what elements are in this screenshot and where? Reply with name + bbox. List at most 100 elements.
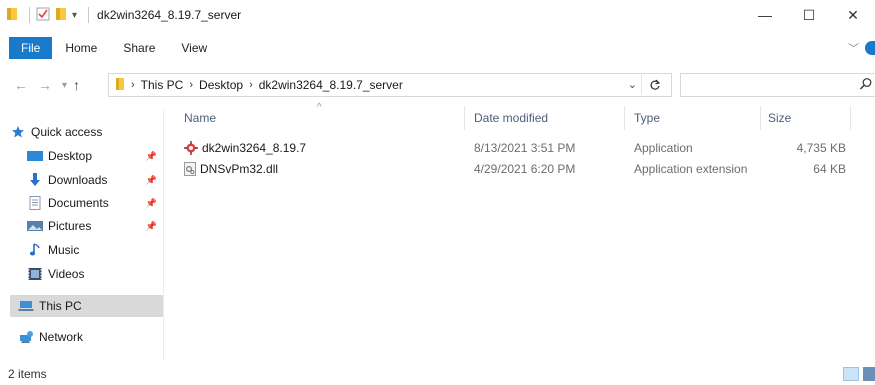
file-name: dk2win3264_8.19.7: [202, 141, 307, 155]
column-header-name[interactable]: Name: [184, 104, 454, 132]
up-button[interactable]: ↑: [73, 77, 80, 93]
ribbon-tabs: File Home Share View ﹀: [0, 37, 875, 59]
file-list: ^ Name Date modified Type Size dk2win326…: [164, 102, 875, 360]
column-header-type[interactable]: Type: [634, 104, 754, 132]
file-type: Application extension: [634, 162, 748, 176]
address-dropdown-chevron-icon[interactable]: ⌄: [628, 78, 637, 91]
file-type: Application: [634, 141, 693, 155]
minimize-button[interactable]: —: [743, 0, 787, 30]
details-view-icon[interactable]: [843, 367, 859, 381]
file-name-cell: DNSvPm32.dll: [184, 159, 464, 179]
search-icon[interactable]: [859, 77, 873, 94]
application-icon: [184, 141, 198, 155]
star-icon: [10, 124, 26, 140]
pin-icon[interactable]: 📌: [146, 198, 157, 209]
breadcrumb-separator[interactable]: ›: [249, 79, 253, 91]
nav-item-this-pc[interactable]: This PC: [10, 295, 163, 317]
file-date: 4/29/2021 6:20 PM: [474, 162, 576, 176]
nav-item-label: Quick access: [31, 125, 103, 139]
file-date: 8/13/2021 3:51 PM: [474, 141, 576, 155]
address-row: ← → ▾ ↑ › This PC › Desktop › dk2win3264…: [0, 68, 875, 102]
file-size: 4,735 KB: [796, 141, 846, 155]
column-header-size[interactable]: Size: [768, 104, 848, 132]
customize-toolbar-chevron-icon[interactable]: ▾: [72, 10, 77, 21]
pin-icon[interactable]: 📌: [146, 175, 157, 186]
search-input[interactable]: [681, 74, 851, 96]
quick-access-toolbar: ▾ dk2win3264_8.19.7_server: [0, 0, 241, 30]
breadcrumb-separator[interactable]: ›: [131, 79, 135, 91]
column-divider[interactable]: [850, 106, 851, 130]
nav-item-desktop[interactable]: Desktop 📌: [27, 145, 163, 167]
nav-item-label: Music: [48, 243, 80, 257]
close-button[interactable]: ✕: [831, 0, 875, 30]
breadcrumb-desktop[interactable]: Desktop: [199, 78, 243, 92]
table-row[interactable]: DNSvPm32.dll 4/29/2021 6:20 PM Applicati…: [164, 159, 875, 179]
help-icon[interactable]: [865, 41, 875, 55]
expand-ribbon-chevron-icon[interactable]: ﹀: [848, 40, 859, 56]
nav-item-label: Videos: [48, 267, 85, 281]
folder-icon: [115, 77, 125, 94]
computer-icon: [18, 298, 34, 314]
nav-item-label: Network: [39, 330, 84, 344]
column-header-date-modified[interactable]: Date modified: [474, 104, 624, 132]
nav-item-music[interactable]: Music: [27, 239, 163, 261]
breadcrumb-this-pc[interactable]: This PC: [141, 78, 184, 92]
tab-view[interactable]: View: [168, 41, 220, 55]
nav-item-label: Documents: [48, 196, 109, 210]
download-arrow-icon: [27, 172, 43, 188]
properties-icon[interactable]: [36, 7, 50, 24]
nav-item-downloads[interactable]: Downloads 📌: [27, 169, 163, 191]
tab-share[interactable]: Share: [110, 41, 168, 55]
file-name-cell: dk2win3264_8.19.7: [184, 138, 464, 158]
search-box[interactable]: [680, 73, 875, 97]
column-divider[interactable]: [760, 106, 761, 130]
dll-file-icon: [184, 162, 196, 176]
breadcrumb-current-folder[interactable]: dk2win3264_8.19.7_server: [259, 78, 403, 92]
pin-icon[interactable]: 📌: [146, 151, 157, 162]
window-controls: — ☐ ✕: [743, 0, 875, 30]
view-toggle: [839, 367, 875, 381]
video-icon: [27, 266, 43, 282]
forward-button[interactable]: →: [38, 77, 52, 93]
document-icon: [27, 195, 43, 211]
recent-locations-button[interactable]: ▾: [62, 80, 67, 91]
refresh-button[interactable]: [641, 75, 667, 95]
file-name: DNSvPm32.dll: [200, 162, 279, 176]
network-icon: [18, 329, 34, 345]
music-note-icon: [27, 242, 43, 258]
ribbon-right: ﹀: [848, 37, 875, 59]
back-button[interactable]: ←: [14, 77, 28, 93]
window-title: dk2win3264_8.19.7_server: [97, 8, 242, 22]
nav-item-videos[interactable]: Videos: [27, 263, 163, 285]
folder-icon[interactable]: [6, 7, 18, 24]
pin-icon[interactable]: 📌: [146, 221, 157, 232]
pictures-icon: [27, 218, 43, 234]
divider: [29, 7, 30, 23]
navigation-buttons: ← → ▾ ↑: [0, 77, 90, 93]
tab-file[interactable]: File: [9, 37, 53, 59]
large-icons-view-icon[interactable]: [863, 367, 875, 381]
nav-item-label: Desktop: [48, 149, 93, 163]
column-divider[interactable]: [464, 106, 465, 130]
column-divider[interactable]: [624, 106, 625, 130]
new-folder-icon[interactable]: [55, 7, 67, 24]
tab-home[interactable]: Home: [52, 41, 110, 55]
nav-item-label: Downloads: [48, 173, 108, 187]
nav-item-documents[interactable]: Documents 📌: [27, 192, 163, 214]
breadcrumb-separator[interactable]: ›: [189, 79, 193, 91]
title-bar: ▾ dk2win3264_8.19.7_server — ☐ ✕: [0, 0, 875, 30]
refresh-icon: [650, 79, 660, 90]
address-bar[interactable]: › This PC › Desktop › dk2win3264_8.19.7_…: [108, 73, 672, 97]
nav-item-network[interactable]: Network: [18, 326, 163, 348]
table-row[interactable]: dk2win3264_8.19.7 8/13/2021 3:51 PM Appl…: [164, 138, 875, 158]
nav-item-quick-access[interactable]: Quick access: [10, 121, 163, 143]
divider: [88, 7, 90, 23]
desktop-icon: [27, 148, 43, 164]
file-size: 64 KB: [813, 162, 846, 176]
maximize-button[interactable]: ☐: [787, 0, 831, 30]
navigation-pane: Quick access Desktop 📌 Downloads 📌 Docum…: [0, 110, 163, 360]
nav-item-pictures[interactable]: Pictures 📌: [27, 215, 163, 237]
nav-item-label: This PC: [39, 299, 82, 313]
item-count: 2 items: [8, 366, 47, 381]
nav-item-label: Pictures: [48, 219, 92, 233]
